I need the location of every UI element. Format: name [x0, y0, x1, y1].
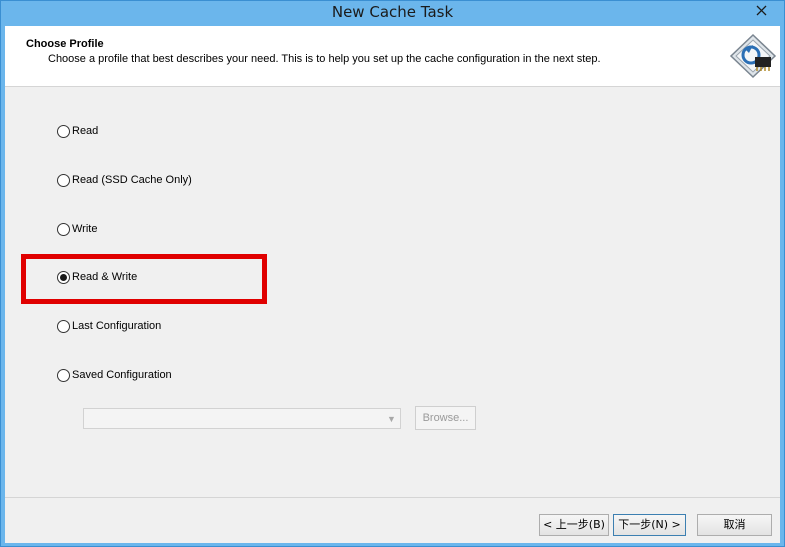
radio-label: Read [72, 125, 99, 137]
radio-button[interactable] [57, 319, 70, 333]
radio-label: Read (SSD Cache Only) [72, 174, 192, 186]
browse-button[interactable]: Browse... [415, 406, 476, 430]
radio-label: Saved Configuration [72, 369, 172, 381]
saved-configuration-combo[interactable]: ▼ [83, 408, 401, 429]
radio-label: Write [72, 223, 98, 235]
radio-write[interactable]: Write [57, 221, 97, 237]
title-bar[interactable]: New Cache Task [1, 1, 784, 25]
footer-divider [5, 497, 780, 498]
cache-wizard-icon [729, 33, 777, 79]
close-icon [756, 5, 767, 16]
back-button[interactable]: < 上一步(B) [539, 514, 609, 536]
radio-saved-configuration[interactable]: Saved Configuration [57, 367, 172, 383]
radio-button[interactable] [57, 222, 70, 236]
chevron-down-icon[interactable]: ▼ [383, 409, 400, 428]
wizard-window: New Cache Task Choose Profile Choose a p… [0, 0, 785, 547]
radio-read[interactable]: Read [57, 123, 98, 139]
radio-button[interactable] [57, 124, 70, 138]
page-title: Choose Profile [26, 38, 104, 50]
radio-last-configuration[interactable]: Last Configuration [57, 318, 161, 334]
wizard-client-area: Choose Profile Choose a profile that bes… [5, 26, 780, 543]
highlight-annotation-box [21, 254, 267, 304]
radio-button[interactable] [57, 173, 70, 187]
wizard-header: Choose Profile Choose a profile that bes… [5, 26, 780, 87]
close-button[interactable] [739, 1, 784, 21]
radio-button[interactable] [57, 368, 70, 382]
window-title: New Cache Task [331, 3, 454, 21]
radio-label: Last Configuration [72, 320, 162, 332]
page-subtitle: Choose a profile that best describes you… [48, 53, 601, 65]
cancel-button[interactable]: 取消 [697, 514, 772, 536]
next-button[interactable]: 下一步(N) > [613, 514, 686, 536]
radio-read-ssd-only[interactable]: Read (SSD Cache Only) [57, 172, 192, 188]
